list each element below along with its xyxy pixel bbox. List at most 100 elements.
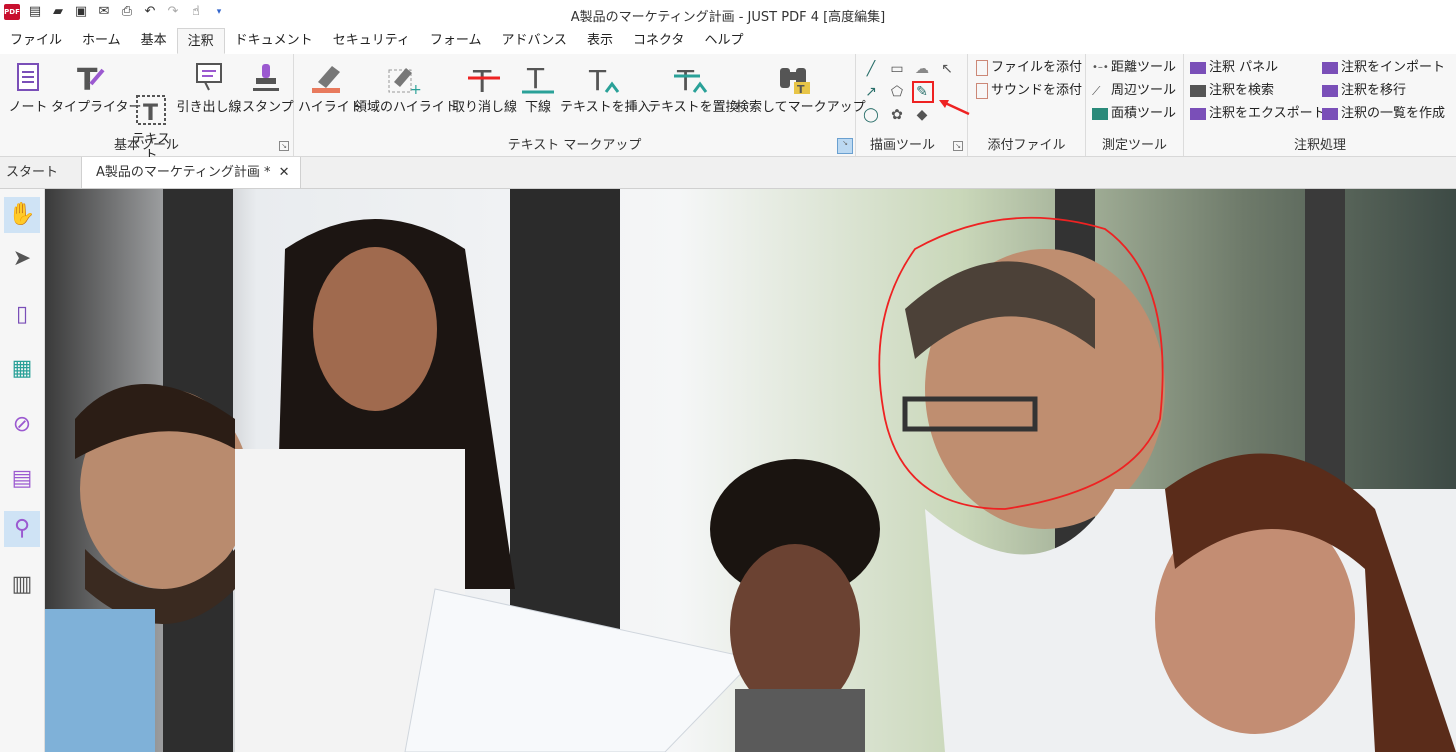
annotation-list-label: 注釈の一覧を作成 — [1341, 106, 1446, 121]
close-tab-icon[interactable]: ✕ — [279, 165, 290, 180]
drawing-tools-group-label: 描画ツール — [870, 138, 936, 153]
basic-tools-launcher-icon[interactable]: ↘ — [279, 141, 289, 151]
highlighter-icon — [308, 60, 344, 96]
export-annotation-button[interactable]: 注釈をエクスポート — [1190, 106, 1326, 122]
group-measure-tools: •–• 距離ツール ⟋ 周辺ツール 面積ツール 測定ツール — [1086, 54, 1184, 156]
distance-icon: •–• — [1092, 62, 1109, 73]
tab-start[interactable]: スタート — [6, 157, 58, 188]
callout-label: 引き出し線 — [176, 100, 242, 115]
search-annotation-label: 注釈を検索 — [1209, 83, 1275, 98]
strikethrough-icon: T — [466, 60, 502, 100]
drawing-tools-launcher-icon[interactable]: ↘ — [953, 141, 963, 151]
comments-icon[interactable]: ▤ — [4, 461, 40, 497]
eraser-icon[interactable]: ◆ — [913, 106, 931, 124]
replace-text-icon: T — [674, 60, 710, 97]
group-annotation-processing: 注釈 パネル 注釈を検索 注釈をエクスポート 注釈をインポート 注釈を移行 注釈… — [1184, 54, 1456, 156]
distance-tool-label: 距離ツール — [1111, 60, 1177, 75]
text-markup-launcher-icon[interactable]: ↘ — [837, 138, 853, 154]
underline-button[interactable]: T 下線 — [520, 60, 556, 116]
export-annotation-icon — [1190, 108, 1206, 120]
replace-text-button[interactable]: T テキストを置換 — [648, 60, 739, 116]
office-meeting-photo — [45, 189, 1456, 752]
insert-text-icon: T — [586, 60, 622, 97]
eraser-arrow-icon[interactable]: ↖ — [938, 60, 956, 78]
strikethrough-label: 取り消し線 — [452, 100, 518, 115]
pencil-tool-highlight-box — [912, 81, 934, 103]
ribbon: ノート T タイプライター T テキスト ボックス 引き出し線 スタンプ — [0, 54, 1456, 195]
area-highlight-button[interactable]: + 領域のハイライト — [354, 60, 458, 116]
insert-text-button[interactable]: T テキストを挿入 — [560, 60, 651, 116]
stamp-label: スタンプ — [242, 100, 294, 115]
annotation-list-button[interactable]: 注釈の一覧を作成 — [1322, 106, 1445, 122]
ribbon-tabs: ファイル ホーム 基本 注釈 ドキュメント セキュリティ フォーム アドバンス … — [0, 28, 1456, 55]
polygon-tool-icon[interactable]: ⬠ — [888, 83, 906, 101]
area-tool-button[interactable]: 面積ツール — [1092, 106, 1176, 122]
distance-tool-button[interactable]: •–• 距離ツール — [1092, 60, 1176, 76]
tab-advanced[interactable]: アドバンス — [492, 28, 577, 54]
window-title: A製品のマーケティング計画 - JUST PDF 4 [高度編集] — [570, 10, 886, 25]
migrate-annotation-button[interactable]: 注釈を移行 — [1322, 83, 1406, 99]
ellipse-tool-icon[interactable]: ◯ — [862, 106, 880, 124]
search-markup-button[interactable]: T 検索してマークアップ — [736, 60, 866, 116]
annotation-panel-button[interactable]: 注釈 パネル — [1190, 60, 1278, 76]
tab-file[interactable]: ファイル — [0, 28, 72, 54]
annotation-panel-label: 注釈 パネル — [1209, 60, 1279, 75]
attach-sound-label: サウンドを添付 — [991, 83, 1083, 98]
cloud-tool-icon[interactable]: ✿ — [888, 106, 906, 124]
hand-tool-icon[interactable]: ✋ — [4, 197, 40, 233]
search-markup-label: 検索してマークアップ — [736, 100, 866, 115]
svg-text:T: T — [797, 83, 805, 96]
tab-security[interactable]: セキュリティ — [323, 28, 420, 54]
perimeter-tool-button[interactable]: ⟋ 周辺ツール — [1092, 83, 1176, 99]
document-security-icon[interactable]: ▥ — [4, 567, 40, 603]
area-icon — [1092, 108, 1108, 120]
note-button[interactable]: ノート — [8, 60, 48, 116]
import-annotation-icon — [1322, 62, 1338, 74]
document-tabs: スタート A製品のマーケティング計画 * ✕ — [0, 157, 1456, 189]
bookmark-icon[interactable]: ▯ — [4, 297, 40, 333]
line-tool-icon[interactable]: ╱ — [862, 60, 880, 78]
text-markup-group-label: テキスト マークアップ — [507, 138, 642, 153]
arrow-tool-icon[interactable]: ↗ — [862, 83, 880, 101]
annotation-panel-icon — [1190, 62, 1206, 74]
perimeter-icon: ⟋ — [1092, 84, 1101, 98]
svg-text:+: + — [410, 82, 422, 96]
attachment-icon[interactable]: ⊘ — [4, 407, 40, 443]
attach-sound-button[interactable]: サウンドを添付 — [976, 83, 1082, 99]
callout-icon — [191, 60, 227, 96]
tab-form[interactable]: フォーム — [420, 28, 492, 54]
stamp-button[interactable]: スタンプ — [242, 60, 294, 116]
strikethrough-button[interactable]: T 取り消し線 — [452, 60, 518, 116]
tab-basic[interactable]: 基本 — [131, 28, 177, 54]
search-annotation-button[interactable]: 注釈を検索 — [1190, 83, 1274, 99]
attachments-group-label: 添付ファイル — [987, 138, 1066, 153]
callout-button[interactable]: 引き出し線 — [176, 60, 242, 116]
title-bar: PDF ▤ ▰ ▣ ✉ ⎙ ↶ ↷ ☝ ▾ A製品のマーケティング計画 - JU… — [0, 0, 1456, 28]
attach-file-button[interactable]: ファイルを添付 — [976, 60, 1082, 76]
cloud-shape-icon[interactable]: ☁ — [913, 60, 931, 78]
import-annotation-label: 注釈をインポート — [1341, 60, 1446, 75]
svg-text:T: T — [143, 101, 158, 126]
document-page-image — [45, 189, 1456, 752]
attach-file-label: ファイルを添付 — [991, 60, 1083, 75]
stamp-icon — [248, 60, 284, 96]
thumbnails-icon[interactable]: ▦ — [4, 351, 40, 387]
typewriter-button[interactable]: T タイプライター — [51, 60, 141, 116]
binoculars-icon: T — [776, 60, 812, 96]
annotation-list-icon — [1322, 108, 1338, 120]
rectangle-tool-icon[interactable]: ▭ — [888, 60, 906, 78]
stamp-panel-icon[interactable]: ⚲ — [4, 511, 40, 547]
tab-view[interactable]: 表示 — [577, 28, 623, 54]
import-annotation-button[interactable]: 注釈をインポート — [1322, 60, 1445, 76]
tab-annotation[interactable]: 注釈 — [176, 28, 225, 54]
tab-connector[interactable]: コネクタ — [623, 28, 694, 54]
tab-active-document[interactable]: A製品のマーケティング計画 * ✕ — [81, 157, 301, 188]
tab-help[interactable]: ヘルプ — [694, 28, 753, 54]
select-arrow-icon[interactable]: ➤ — [4, 241, 40, 277]
red-arrow-icon — [939, 100, 970, 116]
replace-text-label: テキストを置換 — [648, 100, 739, 115]
highlight-button[interactable]: ハイライト — [298, 60, 363, 116]
tab-home[interactable]: ホーム — [72, 28, 131, 54]
underline-label: 下線 — [524, 100, 551, 115]
tab-document[interactable]: ドキュメント — [225, 28, 323, 54]
